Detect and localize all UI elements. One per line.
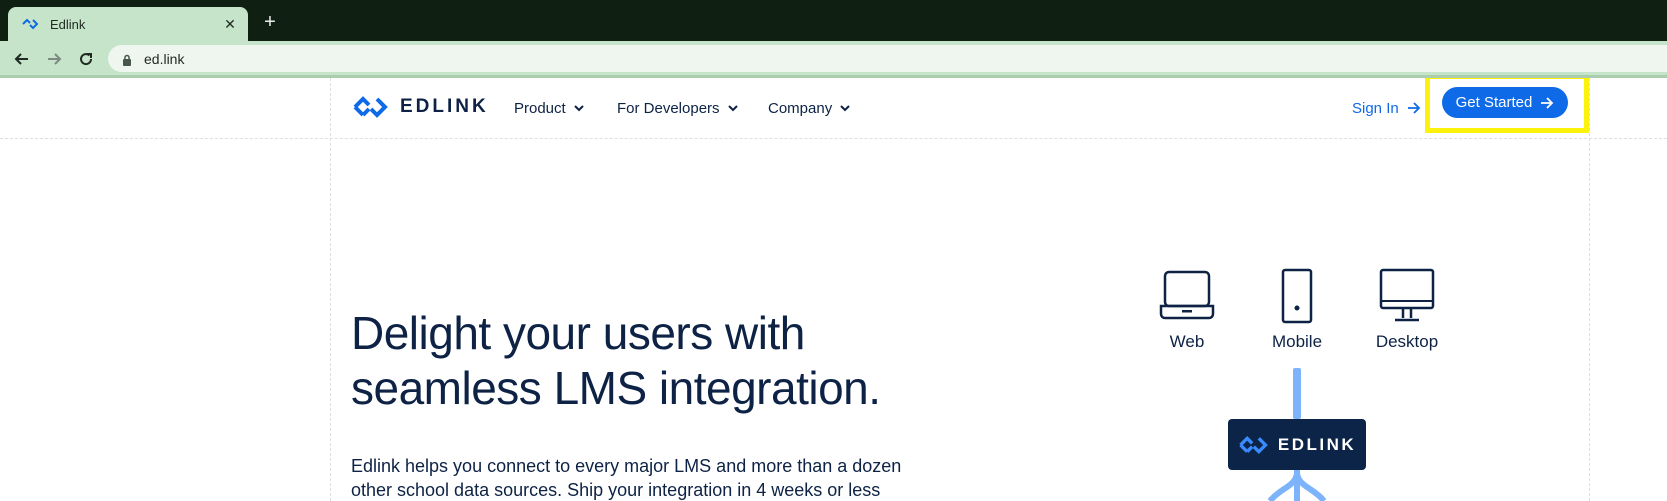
phone-icon: [1281, 268, 1313, 324]
edlink-logo-icon: [1239, 435, 1268, 454]
nav-menu-label: For Developers: [617, 99, 720, 117]
edlink-logo-icon: [353, 96, 388, 118]
address-bar[interactable]: ed.link: [108, 45, 1667, 72]
edlink-favicon-icon: [22, 15, 40, 33]
arrow-right-icon: [1540, 96, 1554, 109]
tab-title: Edlink: [50, 16, 86, 32]
device-mobile: Mobile: [1242, 268, 1352, 352]
forward-icon[interactable]: [44, 49, 64, 69]
hero-description-line1: Edlink helps you connect to every major …: [351, 456, 902, 476]
header-divider: [0, 138, 1667, 139]
hub-wordmark: EDLINK: [1277, 434, 1357, 454]
nav-menu-for-developers[interactable]: For Developers: [617, 97, 738, 119]
nav-menu-product[interactable]: Product: [514, 97, 584, 119]
browser-toolbar: ed.link: [0, 41, 1667, 75]
sign-in-link[interactable]: Sign In: [1352, 97, 1421, 119]
layout-guide-right: [1589, 78, 1590, 501]
hero-headline-line1: Delight your users with: [351, 307, 805, 359]
reload-icon[interactable]: [76, 49, 96, 69]
device-label: Web: [1169, 332, 1205, 351]
arrow-right-icon: [1407, 102, 1421, 114]
monitor-icon: [1379, 268, 1435, 322]
chevron-down-icon: [573, 103, 584, 113]
back-icon[interactable]: [12, 49, 32, 69]
nav-menu-label: Product: [514, 99, 566, 117]
nav-menu-company[interactable]: Company: [768, 97, 850, 119]
laptop-icon: [1159, 270, 1215, 320]
browser-tab-strip: Edlink ✕ +: [0, 0, 1667, 41]
edlink-logo[interactable]: EDLINK: [352, 92, 489, 122]
hero-headline: Delight your users with seamless LMS int…: [351, 306, 971, 416]
sign-in-label: Sign In: [1352, 99, 1399, 117]
edlink-hub-box: EDLINK: [1228, 419, 1366, 470]
device-label: Mobile: [1271, 332, 1323, 351]
chevron-down-icon: [727, 103, 738, 113]
hero-headline-line2: seamless LMS integration.: [351, 362, 881, 414]
nav-menu-label: Company: [768, 99, 833, 117]
device-desktop: Desktop: [1352, 268, 1462, 352]
chevron-down-icon: [840, 103, 850, 113]
hero-description: Edlink helps you connect to every major …: [351, 454, 971, 501]
connector-line: [1293, 368, 1301, 419]
device-web: Web: [1132, 268, 1242, 352]
lock-icon: [122, 53, 132, 66]
tab-close-icon[interactable]: ✕: [222, 16, 238, 33]
new-tab-button[interactable]: +: [260, 12, 280, 32]
get-started-label: Get Started: [1455, 94, 1533, 111]
get-started-button[interactable]: Get Started: [1442, 87, 1568, 118]
browser-tab-edlink[interactable]: Edlink ✕: [8, 7, 248, 41]
hero-description-line2: other school data sources. Ship your int…: [351, 480, 881, 500]
layout-guide-left: [330, 78, 331, 501]
connector-branches: [1267, 470, 1327, 501]
web-page: EDLINK Product For Developers Company Si…: [0, 78, 1667, 501]
brand-wordmark: EDLINK: [400, 96, 489, 117]
url-text: ed.link: [144, 50, 185, 67]
device-label: Desktop: [1375, 332, 1439, 351]
